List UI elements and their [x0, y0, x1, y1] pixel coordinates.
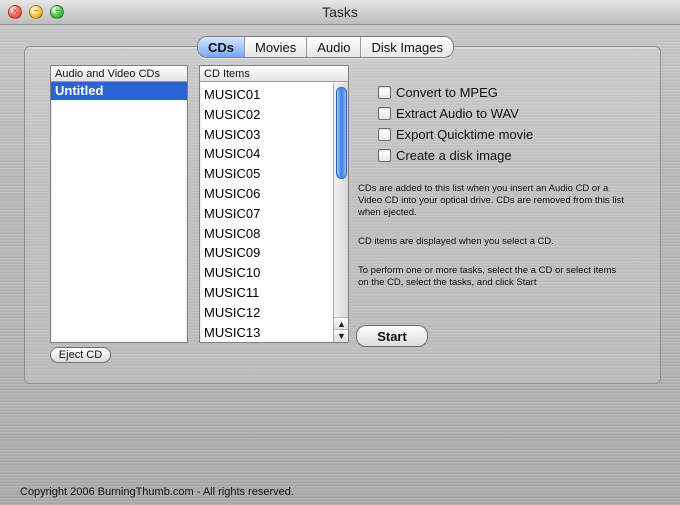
- main-window: × − + Tasks CDs Movies Audio Disk Images…: [0, 0, 680, 505]
- export-quicktime-checkbox[interactable]: [378, 128, 391, 141]
- tab-audio[interactable]: Audio: [307, 37, 362, 57]
- window-title: Tasks: [322, 4, 358, 20]
- list-item[interactable]: MUSIC07: [200, 204, 332, 224]
- tab-movies[interactable]: Movies: [245, 37, 308, 57]
- tab-disk-images[interactable]: Disk Images: [361, 37, 453, 57]
- scroll-thumb[interactable]: [336, 87, 347, 179]
- convert-mpeg-label[interactable]: Convert to MPEG: [396, 85, 498, 100]
- list-item[interactable]: Untitled: [51, 82, 187, 100]
- list-item[interactable]: MUSIC08: [200, 224, 332, 244]
- scroll-down-arrow-icon: ▼: [337, 330, 346, 341]
- eject-cd-button[interactable]: Eject CD: [50, 347, 111, 363]
- task-extract-audio[interactable]: Extract Audio to WAV: [378, 103, 638, 124]
- task-checkboxes: Convert to MPEG Extract Audio to WAV Exp…: [378, 82, 638, 166]
- tab-bar: CDs Movies Audio Disk Images: [197, 36, 454, 58]
- help-text-cds: CDs are added to this list when you inse…: [358, 183, 624, 218]
- export-quicktime-label[interactable]: Export Quicktime movie: [396, 127, 533, 142]
- task-create-disk-image[interactable]: Create a disk image: [378, 145, 638, 166]
- tab-cds[interactable]: CDs: [198, 37, 246, 57]
- help-text-items: CD items are displayed when you select a…: [358, 236, 554, 247]
- cds-list[interactable]: Audio and Video CDs Untitled: [50, 65, 188, 343]
- title-bar[interactable]: × − + Tasks: [0, 0, 680, 25]
- list-item[interactable]: MUSIC04: [200, 144, 332, 164]
- task-export-quicktime[interactable]: Export Quicktime movie: [378, 124, 638, 145]
- cd-items-scrollbar[interactable]: ▲ ▼: [333, 83, 348, 342]
- create-disk-image-label[interactable]: Create a disk image: [396, 148, 512, 163]
- list-item[interactable]: MUSIC01: [200, 85, 332, 105]
- scroll-up-arrow-icon: ▲: [337, 318, 346, 329]
- extract-audio-label[interactable]: Extract Audio to WAV: [396, 106, 519, 121]
- list-item[interactable]: MUSIC03: [200, 125, 332, 145]
- list-item[interactable]: MUSIC13: [200, 323, 332, 342]
- list-item[interactable]: MUSIC12: [200, 303, 332, 323]
- scroll-down-button[interactable]: ▼: [334, 329, 348, 342]
- list-item[interactable]: MUSIC02: [200, 105, 332, 125]
- task-convert-mpeg[interactable]: Convert to MPEG: [378, 82, 638, 103]
- cds-list-header[interactable]: Audio and Video CDs: [51, 66, 187, 82]
- extract-audio-checkbox[interactable]: [378, 107, 391, 120]
- list-item[interactable]: MUSIC05: [200, 164, 332, 184]
- list-item[interactable]: MUSIC09: [200, 243, 332, 263]
- create-disk-image-checkbox[interactable]: [378, 149, 391, 162]
- help-text-tasks: To perform one or more tasks, select the…: [358, 265, 617, 288]
- list-item[interactable]: MUSIC06: [200, 184, 332, 204]
- start-button[interactable]: Start: [356, 325, 428, 347]
- convert-mpeg-checkbox[interactable]: [378, 86, 391, 99]
- cd-items-list-header[interactable]: CD Items: [200, 66, 348, 82]
- cd-items-list[interactable]: CD Items MUSIC01 MUSIC02 MUSIC03 MUSIC04…: [199, 65, 349, 343]
- list-item[interactable]: MUSIC11: [200, 283, 332, 303]
- copyright-footer: Copyright 2006 BurningThumb.com - All ri…: [20, 486, 294, 498]
- cd-items-rows: MUSIC01 MUSIC02 MUSIC03 MUSIC04 MUSIC05 …: [200, 83, 332, 342]
- list-item[interactable]: MUSIC10: [200, 263, 332, 283]
